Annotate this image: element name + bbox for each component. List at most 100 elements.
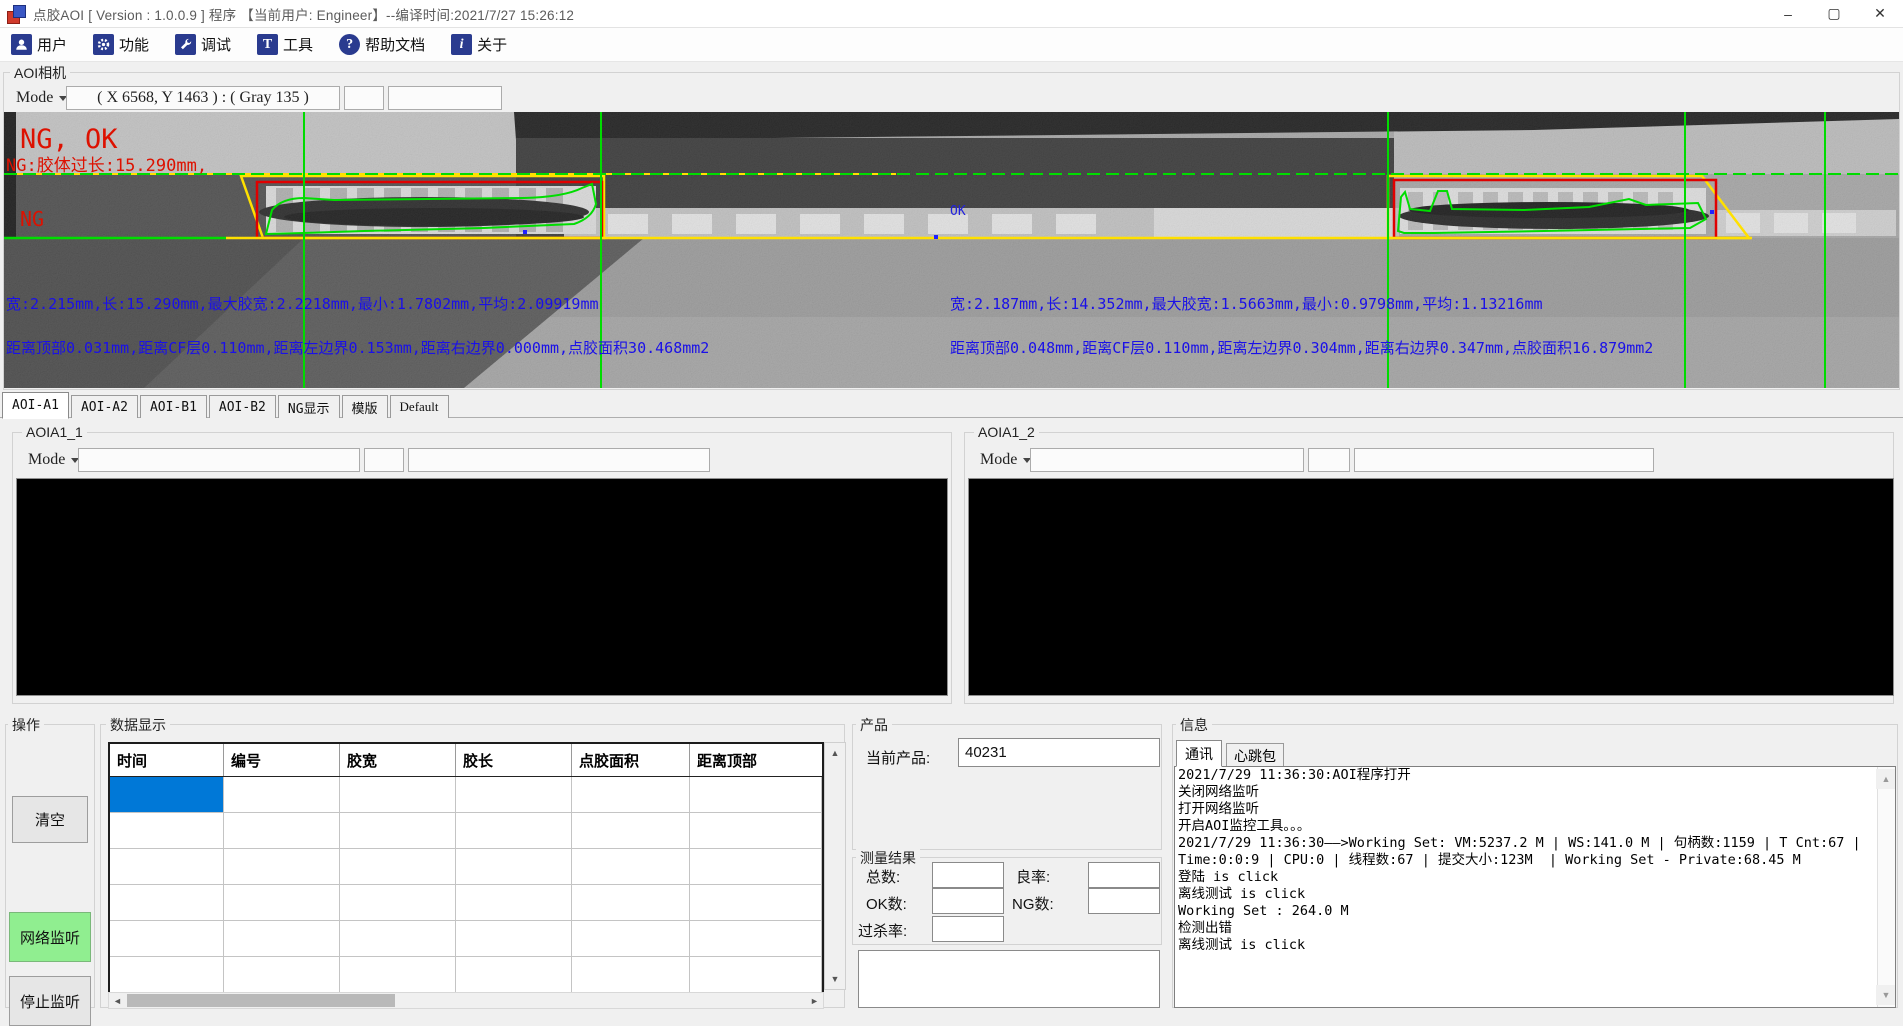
table-cell[interactable]	[224, 813, 340, 849]
table-horizontal-scrollbar[interactable]: ◄ ►	[108, 992, 824, 1009]
overkill-rate-field[interactable]	[932, 916, 1004, 942]
table-cell[interactable]	[456, 921, 572, 957]
table-cell[interactable]	[456, 849, 572, 885]
camera-info-box-2	[344, 86, 384, 110]
toolbar-item-debug[interactable]: 调试	[172, 31, 234, 59]
log-line: 登陆 is click	[1175, 869, 1895, 886]
network-listen-button[interactable]: 网络监听	[9, 912, 91, 962]
ng-count-field[interactable]	[1088, 888, 1160, 914]
toolbar-item-help[interactable]: ? 帮助文档	[336, 31, 428, 59]
column-header-distance-top[interactable]: 距离顶部	[690, 744, 822, 776]
app-window: { "window": { "title": "点胶AOI [ Version …	[0, 0, 1903, 1009]
table-cell[interactable]	[456, 813, 572, 849]
panel-left-info-box-1	[78, 448, 360, 472]
table-cell[interactable]	[110, 849, 224, 885]
toolbar-item-label: 关于	[477, 34, 507, 55]
table-cell[interactable]	[690, 957, 822, 993]
help-question-icon: ?	[339, 34, 360, 55]
comm-log[interactable]: 2021/7/29 11:36:30:AOI程序打开 关闭网络监听 打开网络监听…	[1174, 766, 1896, 1008]
table-cell[interactable]	[456, 777, 572, 813]
result-list-box[interactable]	[858, 950, 1160, 1008]
camera-mode-dropdown[interactable]: Mode	[10, 86, 73, 110]
ok-count-field[interactable]	[932, 888, 1004, 914]
log-scrollbar[interactable]: ▲ ▼	[1877, 767, 1895, 1007]
column-header-glue-width[interactable]: 胶宽	[340, 744, 456, 776]
toolbar-item-user[interactable]: 用户	[8, 31, 70, 59]
scroll-down-icon[interactable]: ▼	[1876, 985, 1896, 1005]
scroll-down-icon[interactable]: ▼	[825, 969, 845, 989]
table-cell[interactable]	[572, 849, 690, 885]
yield-rate-field[interactable]	[1088, 862, 1160, 888]
table-cell[interactable]	[224, 921, 340, 957]
close-button[interactable]: ✕	[1857, 0, 1903, 27]
panel-right-image-view[interactable]	[968, 478, 1894, 696]
tab-template[interactable]: 模版	[342, 395, 388, 418]
current-product-input[interactable]: 40231	[958, 738, 1160, 767]
table-cell[interactable]	[224, 777, 340, 813]
camera-image[interactable]: NG, OK NG:胶体过长:15.290mm, NG OK 宽:2.215mm…	[4, 112, 1899, 388]
window-title: 点胶AOI [ Version : 1.0.0.9 ] 程序 【当前用户: En…	[33, 4, 574, 24]
tab-aoi-a1[interactable]: AOI-A1	[2, 392, 69, 419]
table-cell[interactable]	[340, 777, 456, 813]
panel-right-mode-dropdown[interactable]: Mode	[974, 448, 1037, 472]
table-cell[interactable]	[572, 957, 690, 993]
panel-left-image-view[interactable]	[16, 478, 948, 696]
data-display-group-label: 数据显示	[106, 715, 170, 735]
tab-heartbeat[interactable]: 心跳包	[1226, 743, 1284, 767]
table-cell[interactable]	[110, 813, 224, 849]
table-cell[interactable]	[690, 921, 822, 957]
table-cell[interactable]	[572, 921, 690, 957]
log-line: 2021/7/29 11:36:30:AOI程序打开	[1175, 767, 1895, 784]
tab-comm[interactable]: 通讯	[1176, 740, 1222, 767]
column-header-id[interactable]: 编号	[224, 744, 340, 776]
total-count-field[interactable]	[932, 862, 1004, 888]
data-table: 时间 编号 胶宽 胶长 点胶面积 距离顶部	[108, 742, 824, 995]
toolbar-item-about[interactable]: i 关于	[448, 31, 510, 59]
table-cell[interactable]	[224, 957, 340, 993]
table-cell[interactable]	[224, 885, 340, 921]
table-cell[interactable]	[572, 885, 690, 921]
stop-listen-button[interactable]: 停止监听	[9, 976, 91, 1026]
table-cell[interactable]	[690, 777, 822, 813]
table-cell[interactable]	[110, 957, 224, 993]
tab-aoi-b1[interactable]: AOI-B1	[140, 395, 207, 418]
column-header-glue-length[interactable]: 胶长	[456, 744, 572, 776]
tab-aoi-a2[interactable]: AOI-A2	[71, 395, 138, 418]
user-icon	[11, 34, 32, 55]
minimize-button[interactable]: –	[1765, 0, 1811, 27]
table-cell[interactable]	[572, 777, 690, 813]
table-cell[interactable]	[340, 921, 456, 957]
tab-aoi-b2[interactable]: AOI-B2	[209, 395, 276, 418]
table-cell[interactable]	[456, 957, 572, 993]
scroll-up-icon[interactable]: ▲	[825, 743, 845, 763]
clear-button[interactable]: 清空	[12, 796, 88, 843]
table-cell-selected[interactable]	[110, 777, 224, 813]
table-cell[interactable]	[572, 813, 690, 849]
toolbar-item-label: 功能	[119, 34, 149, 55]
table-cell[interactable]	[110, 921, 224, 957]
table-cell[interactable]	[690, 813, 822, 849]
scroll-left-icon[interactable]: ◄	[109, 993, 126, 1008]
column-header-glue-area[interactable]: 点胶面积	[572, 744, 690, 776]
table-cell[interactable]	[340, 885, 456, 921]
left-measure-line2: 距离顶部0.031mm,距离CF层0.110mm,距离左边界0.153mm,距离…	[6, 339, 709, 357]
table-cell[interactable]	[224, 849, 340, 885]
scroll-up-icon[interactable]: ▲	[1876, 769, 1896, 789]
panel-left-mode-dropdown[interactable]: Mode	[22, 448, 85, 472]
scroll-right-icon[interactable]: ►	[806, 993, 823, 1008]
table-cell[interactable]	[690, 885, 822, 921]
maximize-button[interactable]: ▢	[1811, 0, 1857, 27]
table-cell[interactable]	[340, 813, 456, 849]
column-header-time[interactable]: 时间	[110, 744, 224, 776]
tab-default[interactable]: Default	[390, 395, 449, 418]
tab-ng-display[interactable]: NG显示	[278, 395, 340, 418]
table-cell[interactable]	[456, 885, 572, 921]
table-vertical-scrollbar[interactable]: ▲ ▼	[824, 742, 846, 990]
table-cell[interactable]	[690, 849, 822, 885]
toolbar-item-function[interactable]: 功能	[90, 31, 152, 59]
toolbar-item-tools[interactable]: T 工具	[254, 31, 316, 59]
table-cell[interactable]	[340, 957, 456, 993]
table-cell[interactable]	[110, 885, 224, 921]
scrollbar-thumb[interactable]	[127, 994, 395, 1007]
table-cell[interactable]	[340, 849, 456, 885]
